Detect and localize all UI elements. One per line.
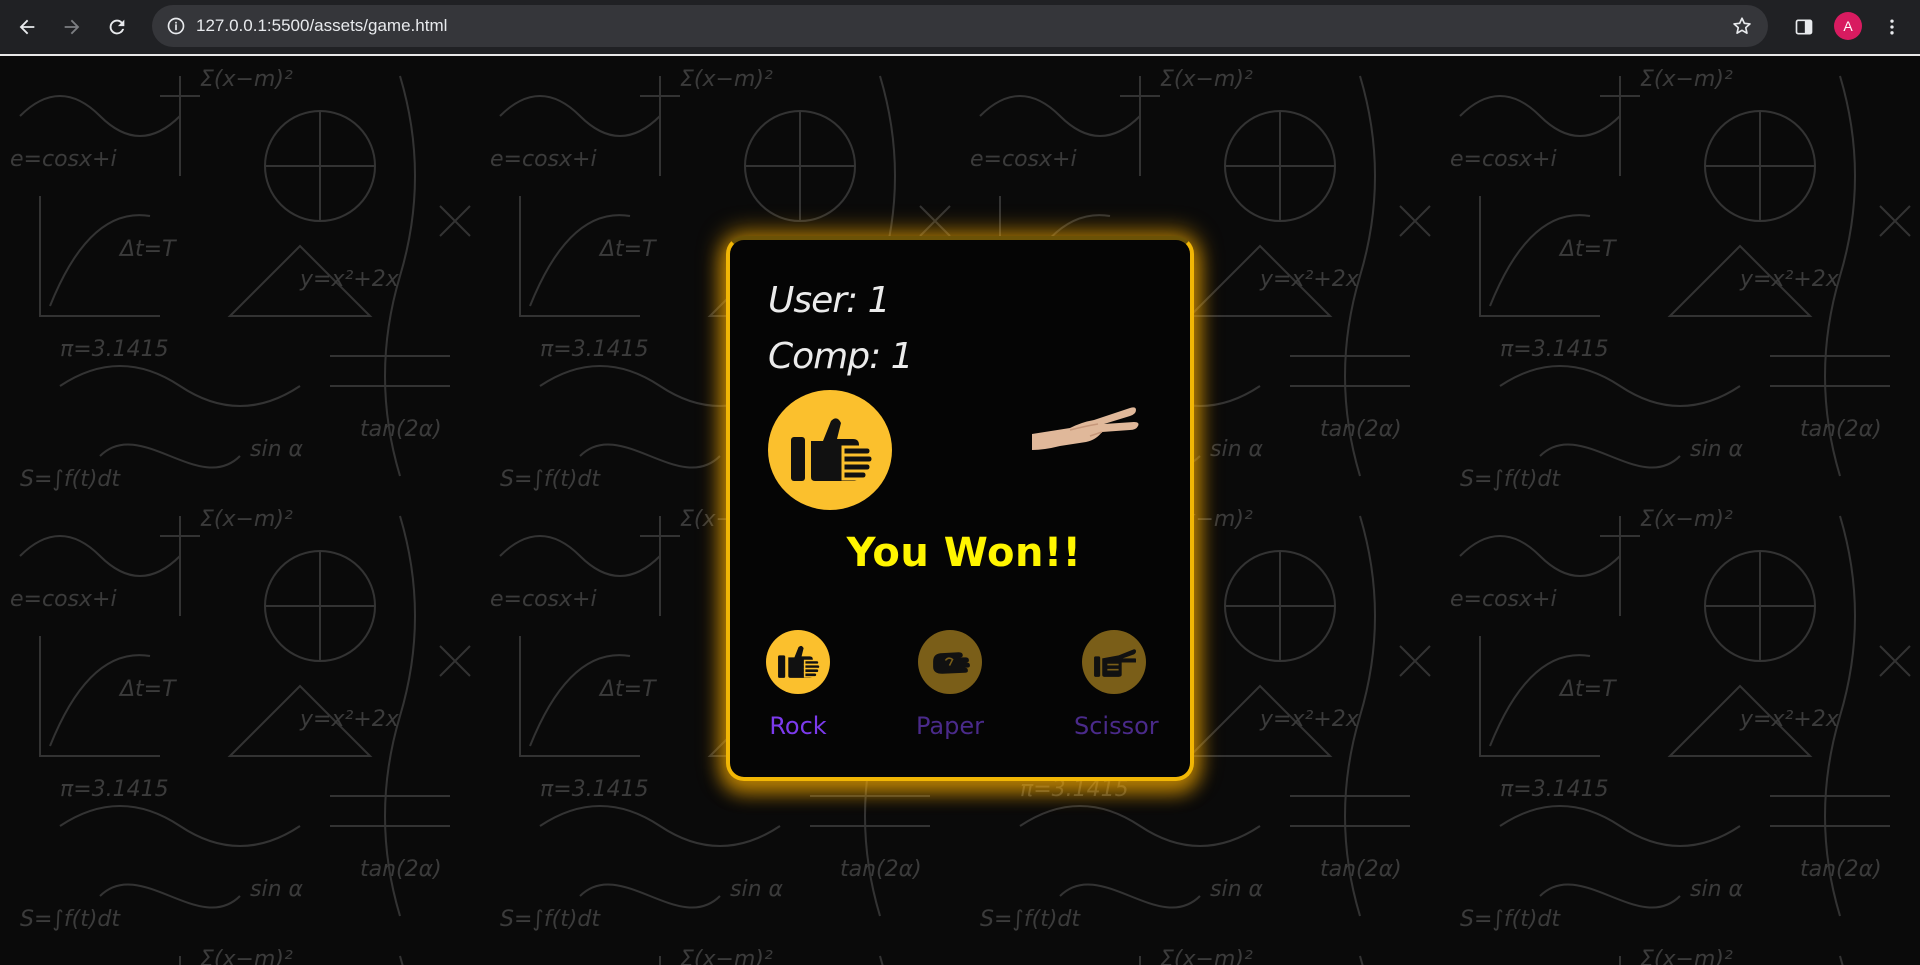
- computer-score: Comp: 1: [768, 336, 914, 377]
- choice-rock-button[interactable]: Rock: [758, 630, 838, 740]
- reload-button[interactable]: [99, 9, 135, 45]
- profile-avatar[interactable]: A: [1834, 12, 1862, 40]
- choice-scissor-button[interactable]: Scissor: [1074, 630, 1159, 740]
- hand-scissor-image: [1032, 407, 1139, 450]
- result-message: You Won!!: [846, 530, 1082, 576]
- browser-menu-button[interactable]: [1874, 9, 1910, 45]
- back-button[interactable]: [9, 9, 45, 45]
- choice-scissor-icon-wrap[interactable]: [1082, 630, 1146, 694]
- user-score: User: 1: [768, 280, 891, 321]
- arrow-right-icon: [64, 19, 80, 35]
- info-icon: [167, 17, 185, 35]
- browser-toolbar: 127.0.0.1:5500/assets/game.html A: [0, 0, 1920, 54]
- url-text[interactable]: 127.0.0.1:5500/assets/game.html: [196, 5, 447, 47]
- fist-rock-icon: [791, 418, 873, 481]
- kebab-menu-icon: [1890, 19, 1894, 35]
- forward-button[interactable]: [54, 9, 90, 45]
- game-card: User: 1 Comp: 1 You Won!! Rock Paper Sci…: [726, 236, 1194, 781]
- hand-scissor-icon: [1094, 649, 1136, 677]
- user-choice-display: [768, 390, 892, 510]
- reload-icon: [109, 19, 125, 35]
- computer-choice-display: [1030, 400, 1140, 460]
- hand-paper-icon: [933, 652, 970, 674]
- bookmark-button[interactable]: [1726, 10, 1758, 42]
- choice-rock-label[interactable]: Rock: [758, 712, 838, 740]
- page-viewport: e=cosx+i Σ(x−m)² π=3.1415 sin α y=x²+2x …: [0, 56, 1920, 965]
- choice-rock-icon-wrap[interactable]: [766, 630, 830, 694]
- arrow-left-icon: [19, 19, 35, 35]
- star-icon: [1733, 17, 1751, 34]
- side-panel-button[interactable]: [1786, 9, 1822, 45]
- address-bar[interactable]: 127.0.0.1:5500/assets/game.html: [152, 5, 1768, 47]
- fist-rock-icon: [778, 645, 820, 678]
- choice-paper-label[interactable]: Paper: [910, 712, 990, 740]
- choice-paper-icon-wrap[interactable]: [918, 630, 982, 694]
- choice-scissor-label[interactable]: Scissor: [1074, 712, 1159, 740]
- side-panel-icon: [1795, 19, 1813, 35]
- site-info-button[interactable]: [162, 12, 190, 40]
- choice-paper-button[interactable]: Paper: [910, 630, 990, 740]
